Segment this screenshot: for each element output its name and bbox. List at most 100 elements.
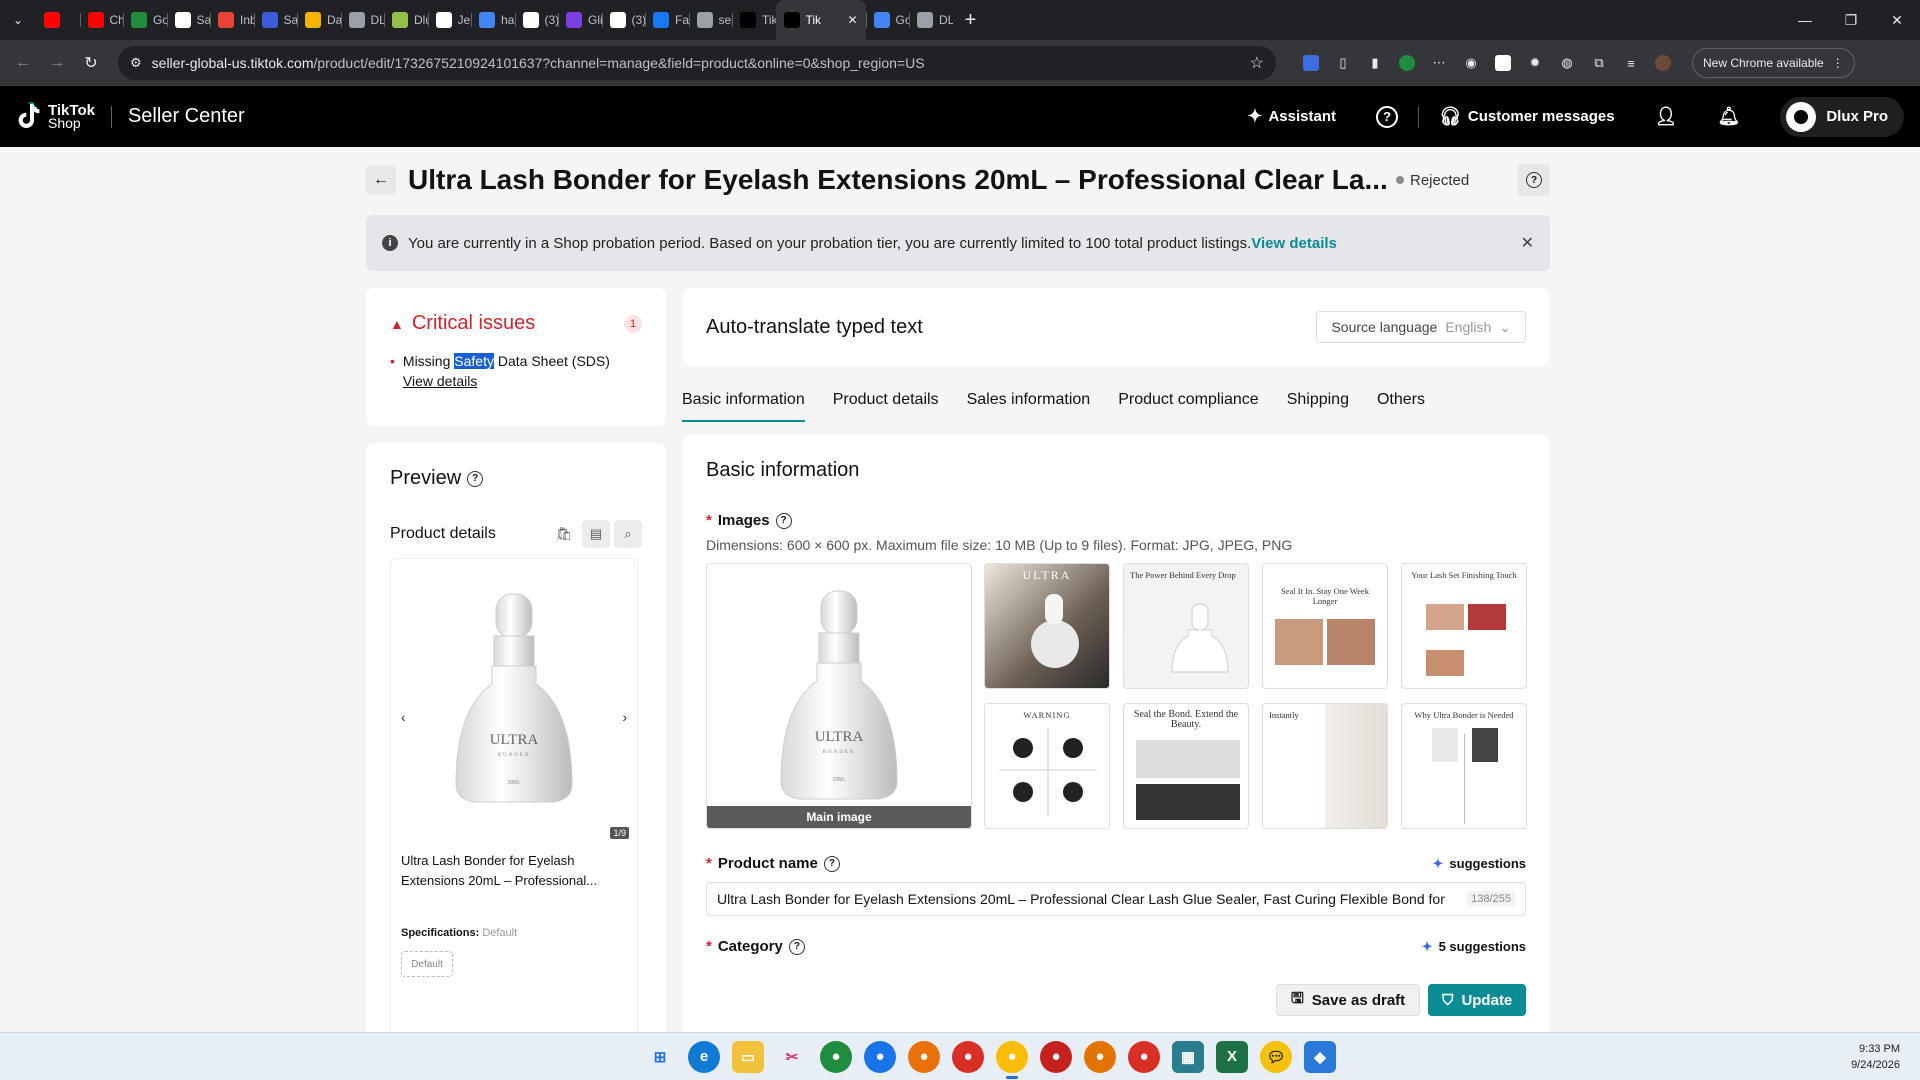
customer-messages-button[interactable]: 🎧︎ Customer messages: [1419, 86, 1635, 147]
bookmark-star-icon[interactable]: ☆: [1250, 53, 1264, 73]
user-settings-button[interactable]: 👤︎: [1635, 86, 1698, 147]
page-help-button[interactable]: ?: [1518, 164, 1550, 196]
chrome-profile-2-icon[interactable]: ●: [864, 1040, 896, 1073]
question-icon[interactable]: ?: [775, 512, 792, 529]
help-button[interactable]: ?: [1356, 86, 1418, 147]
product-name-input[interactable]: Ultra Lash Bonder for Eyelash Extensions…: [706, 882, 1526, 916]
reload-icon[interactable]: ↻: [76, 48, 106, 78]
system-clock[interactable]: 9:33 PM 9/24/2026: [1851, 1041, 1900, 1073]
back-button[interactable]: ←: [366, 165, 396, 195]
browser-tab[interactable]: (3) Dlu: [514, 0, 558, 40]
save-as-draft-button[interactable]: 🖫︎ Save as draft: [1276, 984, 1421, 1016]
product-name-suggestions-button[interactable]: ✦ suggestions: [1433, 856, 1526, 872]
browser-tab[interactable]: DLUX F: [909, 0, 953, 40]
browser-tab[interactable]: Sales T: [166, 0, 210, 40]
tab-basic-information[interactable]: Basic information: [682, 380, 805, 422]
extension-doc-icon[interactable]: ▯: [1328, 48, 1358, 78]
minimize-icon[interactable]: —: [1782, 0, 1828, 40]
close-tab-icon[interactable]: ✕: [847, 13, 857, 27]
edge-icon[interactable]: e: [688, 1040, 720, 1073]
browser-tab[interactable]: Sales &: [253, 0, 297, 40]
spec-option-chip[interactable]: Default: [401, 951, 453, 977]
calculator-icon[interactable]: ▦: [1172, 1040, 1204, 1073]
image-thumbnail-1[interactable]: ULTRA: [984, 563, 1110, 689]
main-image[interactable]: ULTRA BONDER 20ML Main image: [706, 563, 972, 829]
extension-leaf-icon[interactable]: [1392, 48, 1422, 78]
tab-sales-information[interactable]: Sales information: [967, 380, 1091, 420]
tab-shipping[interactable]: Shipping: [1287, 380, 1349, 420]
source-language-select[interactable]: Source language English ⌄: [1316, 311, 1526, 343]
extension-eye-icon[interactable]: ◉: [1456, 48, 1486, 78]
new-chrome-available-button[interactable]: New Chrome available ⋮: [1692, 48, 1855, 78]
browser-tab[interactable]: Google: [865, 0, 909, 40]
reading-list-icon[interactable]: ≡: [1616, 48, 1646, 78]
extension-file-icon[interactable]: ▮: [1360, 48, 1390, 78]
issue-view-details-link[interactable]: View details: [403, 373, 477, 389]
notifications-button[interactable]: 🔔︎: [1697, 86, 1760, 147]
probation-view-details-link[interactable]: View details: [1251, 235, 1337, 252]
tab-search-icon[interactable]: ⌄: [0, 0, 36, 40]
image-thumbnail-6[interactable]: Seal the Bond. Extend the Beauty.: [1123, 703, 1249, 829]
account-menu[interactable]: Dlux Pro: [1780, 96, 1904, 137]
browser-tab[interactable]: Google: [123, 0, 167, 40]
app-icon[interactable]: ◆: [1304, 1040, 1336, 1073]
tiktok-shop-logo[interactable]: TikTok Shop: [16, 102, 95, 132]
browser-tab[interactable]: hamza: [471, 0, 515, 40]
close-icon[interactable]: ✕: [1521, 233, 1534, 253]
browser-tab[interactable]: DLUX F: [340, 0, 384, 40]
tab-product-details[interactable]: Product details: [833, 380, 939, 420]
windows-start-icon[interactable]: ⊞: [644, 1041, 676, 1073]
maximize-icon[interactable]: ❐: [1828, 0, 1874, 40]
browser-tab[interactable]: Glitter: [558, 0, 602, 40]
browser-tab[interactable]: Inbox (: [210, 0, 254, 40]
question-icon[interactable]: ?: [467, 470, 484, 487]
question-icon[interactable]: ?: [823, 855, 840, 872]
question-icon[interactable]: ?: [788, 938, 805, 955]
image-thumbnail-8[interactable]: Why Ultra Bonder is Needed: [1401, 703, 1527, 829]
image-thumbnail-4[interactable]: Your Lash Set Finishing Touch: [1401, 563, 1527, 689]
search-preview-icon[interactable]: ⌕: [614, 520, 642, 548]
address-bar[interactable]: ⚙ seller-global-us.tiktok.com/product/ed…: [118, 46, 1276, 80]
assistant-button[interactable]: ✦ Assistant: [1227, 86, 1356, 147]
browser-tab[interactable]: seller-g: [688, 0, 732, 40]
browser-tab[interactable]: Dashb: [297, 0, 341, 40]
browser-tab[interactable]: [36, 0, 80, 40]
extension-chart-icon[interactable]: [1296, 48, 1326, 78]
shopping-bag-icon[interactable]: 🛍︎: [550, 520, 578, 548]
extension-globe-icon[interactable]: ◍: [1552, 48, 1582, 78]
browser-tab[interactable]: Faceb: [645, 0, 689, 40]
excel-icon[interactable]: X: [1216, 1040, 1248, 1073]
update-button[interactable]: ⛉ Update: [1428, 984, 1527, 1016]
chrome-profile-7-icon[interactable]: ●: [1128, 1040, 1160, 1073]
chevron-right-icon[interactable]: ›: [622, 709, 627, 725]
chevron-left-icon[interactable]: ‹: [401, 709, 406, 725]
chrome-active-icon[interactable]: ●: [996, 1040, 1028, 1079]
chrome-profile-1-icon[interactable]: ●: [820, 1040, 852, 1073]
browser-tab[interactable]: Tik ✕: [775, 0, 866, 40]
browser-tab[interactable]: Channe: [79, 0, 123, 40]
chrome-profile-4-icon[interactable]: ●: [952, 1040, 984, 1073]
tab-product-compliance[interactable]: Product compliance: [1118, 380, 1259, 420]
chat-icon[interactable]: 💬︎: [1260, 1040, 1292, 1073]
extension-gear-icon[interactable]: ✹: [1520, 48, 1550, 78]
extension-check-icon[interactable]: [1488, 48, 1518, 78]
extensions-puzzle-icon[interactable]: ⧉: [1584, 48, 1614, 78]
chrome-profile-5-icon[interactable]: ●: [1040, 1040, 1072, 1073]
browser-tab[interactable]: TikTok: [732, 0, 776, 40]
browser-tab[interactable]: Jelly Pa: [427, 0, 471, 40]
browser-tab[interactable]: (3) Mar: [601, 0, 645, 40]
profile-avatar-icon[interactable]: [1648, 48, 1678, 78]
new-tab-button[interactable]: +: [953, 0, 989, 40]
extension-more-icon[interactable]: ⋯: [1424, 48, 1454, 78]
snipping-tool-icon[interactable]: ✂: [776, 1041, 808, 1073]
image-thumbnail-2[interactable]: The Power Behind Every Drop: [1123, 563, 1249, 689]
image-thumbnail-5[interactable]: WARNING: [984, 703, 1110, 829]
browser-tab[interactable]: Dlux Pr: [384, 0, 428, 40]
storefront-icon[interactable]: ▤: [582, 520, 610, 548]
category-suggestions-button[interactable]: ✦ 5 suggestions: [1422, 939, 1526, 955]
chrome-profile-3-icon[interactable]: ●: [908, 1040, 940, 1073]
chrome-profile-6-icon[interactable]: ●: [1084, 1040, 1116, 1073]
site-info-icon[interactable]: ⚙: [130, 55, 142, 71]
image-thumbnail-3[interactable]: Seal It In. Stay One Week Longer: [1262, 563, 1388, 689]
image-thumbnail-7[interactable]: Instantly: [1262, 703, 1388, 829]
